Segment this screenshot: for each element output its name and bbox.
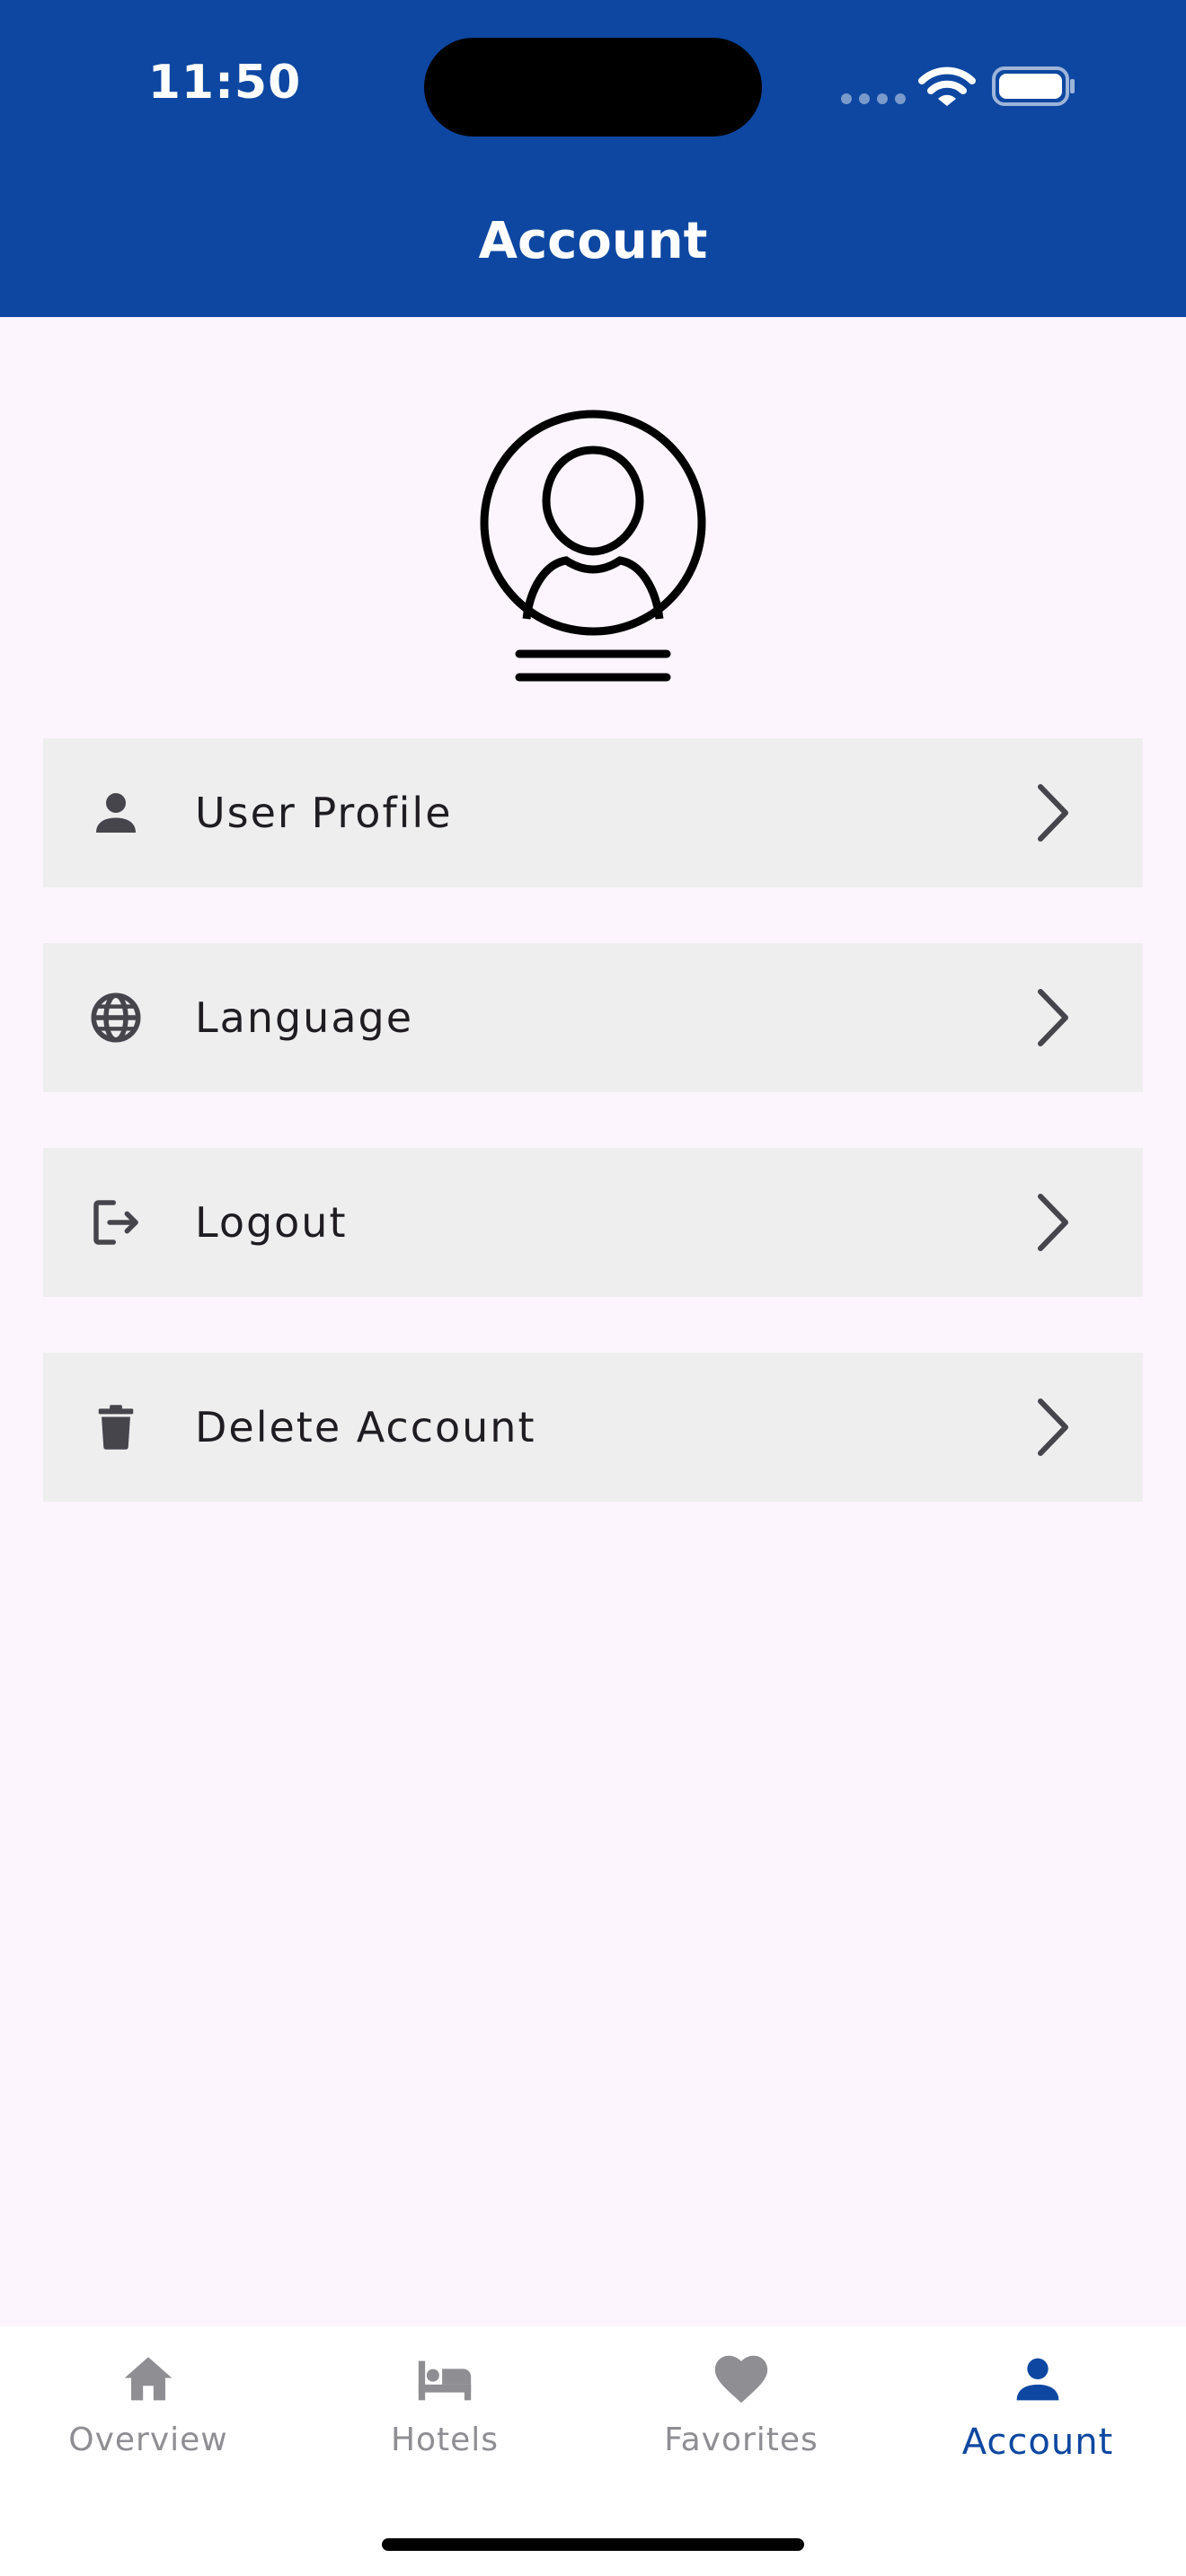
person-icon [96, 793, 136, 833]
menu-item-user-profile[interactable]: User Profile [43, 738, 1143, 887]
chevron-right-icon [1038, 784, 1068, 842]
home-indicator[interactable] [382, 2538, 804, 2551]
nav-item-overview[interactable]: Overview [0, 2348, 296, 2483]
globe-icon [91, 992, 141, 1043]
nav-label: Hotels [390, 2422, 500, 2458]
wifi-icon [918, 66, 976, 106]
nav-item-hotels[interactable]: Hotels [296, 2348, 593, 2483]
chevron-right-icon [1038, 989, 1068, 1046]
trash-icon [98, 1405, 134, 1450]
app-header: 11:50 Account [0, 0, 1186, 317]
menu-item-label: User Profile [195, 789, 453, 837]
nav-label: Favorites [664, 2422, 819, 2458]
chevron-right-icon [1038, 1398, 1068, 1456]
battery-icon [992, 66, 1075, 106]
bed-icon [418, 2360, 472, 2401]
page-title: Account [478, 212, 708, 270]
status-time: 11:50 [147, 56, 302, 110]
nav-label: Account [961, 2422, 1114, 2463]
user-profile-icon [480, 410, 706, 682]
chevron-right-icon [1038, 1194, 1068, 1251]
person-icon [1016, 2358, 1059, 2401]
menu-item-delete-account[interactable]: Delete Account [43, 1353, 1143, 1502]
dynamic-island [424, 38, 762, 137]
menu-item-label: Delete Account [195, 1403, 536, 1451]
nav-label: Overview [68, 2422, 228, 2458]
heart-icon [714, 2355, 768, 2404]
logout-icon [93, 1200, 138, 1245]
cellular-signal-icon [841, 93, 906, 104]
menu-item-label: Logout [195, 1198, 348, 1247]
menu-item-label: Language [195, 993, 414, 1042]
menu-item-language[interactable]: Language [43, 943, 1143, 1092]
nav-item-favorites[interactable]: Favorites [593, 2348, 890, 2483]
menu-item-logout[interactable]: Logout [43, 1148, 1143, 1297]
home-icon [124, 2357, 173, 2401]
nav-item-account[interactable]: Account [890, 2348, 1186, 2483]
